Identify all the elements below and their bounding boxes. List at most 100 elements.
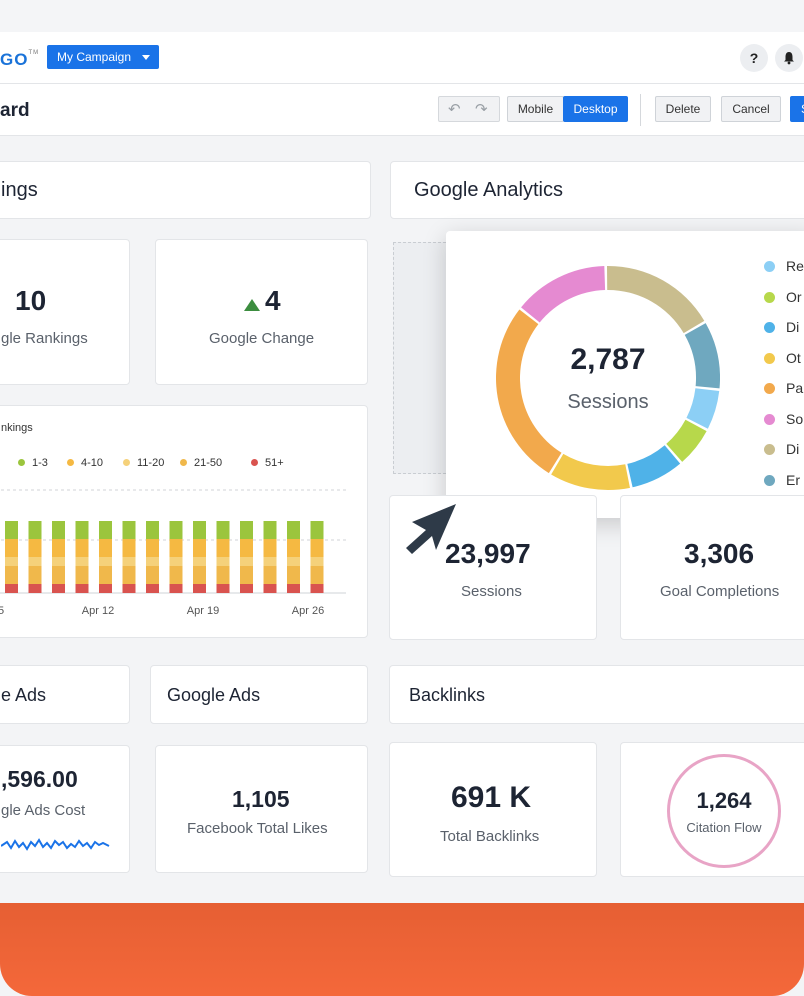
legend-label: Re [786,258,804,274]
cost-sparkline [1,838,110,851]
rankings-chart-card[interactable]: nkings 1-3 4-10 11-20 21-50 51+ 5 Apr 12 Apr 1… [0,405,368,638]
ranking-bar-segment [169,584,183,593]
ranking-bar-segment [75,557,89,566]
ranking-bar-segment [169,557,183,566]
sessions-label: Sessions [461,583,522,600]
legend-label: 1-3 [32,457,48,469]
donut-slice [521,266,606,323]
ranking-bar-segment [75,521,89,539]
redo-icon[interactable]: ↷ [475,100,488,118]
ranking-bar-segment [169,521,183,539]
ranking-bar-segment [216,539,230,557]
ranking-bar-segment [146,521,159,539]
sessions-donut-widget[interactable]: 2,787 Sessions Re Or Di Ot Pa So Di Er [446,231,804,518]
ranking-bar-segment [240,566,253,584]
google-rankings-card[interactable]: 10 gle Rankings [0,239,130,385]
google-rankings-value: 10 [15,285,47,316]
ranking-bar-segment [287,584,300,593]
goal-completions-label: Goal Completions [660,583,780,600]
x-tick-label: Apr 26 [292,605,324,617]
cancel-button[interactable]: Cancel [721,96,781,122]
analytics-section-title: Google Analytics [414,179,563,201]
legend-dot [251,459,258,466]
notifications-button[interactable] [775,44,803,72]
legend-dot [764,383,775,394]
ads-section-header-left: e Ads [0,665,130,724]
ranking-bar-segment [169,566,183,584]
ranking-bar-segment [5,584,18,593]
legend-label: So [786,410,804,427]
donut-slice [606,266,705,334]
donut-slice [627,445,681,488]
ranking-bar-segment [263,584,277,593]
ranking-bar-segment [263,566,277,584]
delete-button[interactable]: Delete [655,96,711,122]
ranking-bar-segment [240,521,253,539]
ranking-bar-segment [240,584,253,593]
ranking-bar-segment [122,557,136,566]
google-change-value: 4 [265,285,281,316]
ranking-bar-segment [193,566,206,584]
facebook-likes-card[interactable]: 1,105 Facebook Total Likes [155,745,368,873]
help-button[interactable]: ? [740,44,768,72]
ranking-bar-segment [28,521,42,539]
page-title: ard [0,100,30,121]
undo-icon[interactable]: ↶ [448,100,461,118]
ranking-bar-segment [310,539,324,557]
goal-completions-card[interactable]: 3,306 Goal Completions [620,495,804,640]
legend-dot [764,474,775,486]
legend-label: 21-50 [194,457,223,469]
legend-dot [764,291,775,303]
google-change-card[interactable]: 4 Google Change [155,239,368,385]
app-logo[interactable]: GOTM [0,50,39,70]
legend-dot [764,261,775,272]
campaign-selector[interactable]: My Campaign [47,45,160,69]
legend-label: 4-10 [81,457,104,469]
ranking-bar-segment [52,566,65,584]
ranking-bar-segment [287,539,300,557]
legend-label: Or [786,288,802,305]
ranking-bar-segment [122,566,136,584]
ranking-bar-segment [240,539,253,557]
ranking-bar-segment [5,557,18,566]
save-button[interactable]: S [790,96,804,122]
desktop-view-button[interactable]: Desktop [563,96,628,122]
ranking-bar-segment [99,584,112,593]
widget-drop-zone[interactable] [393,242,451,474]
rankings-chart-title: nkings [1,422,33,434]
rankings-section-header: ings [0,161,371,219]
ranking-bar-segment [146,557,159,566]
ranking-bar-segment [263,521,277,539]
total-backlinks-card[interactable]: 691 K Total Backlinks [389,742,597,877]
ranking-bar-segment [28,557,42,566]
ranking-bar-segment [263,557,277,566]
mobile-view-button[interactable]: Mobile [507,96,564,122]
editor-toolbar: ard ↶ ↷ Mobile Desktop Delete Cancel S [0,84,804,136]
legend-dot [123,459,130,466]
ranking-bar-segment [310,584,324,593]
ranking-bar-segment [193,584,206,593]
ranking-bar-segment [52,557,65,566]
donut-center-label: Sessions [567,391,649,413]
facebook-likes-value: 1,105 [232,786,290,812]
legend-dot [764,444,775,455]
facebook-likes-label: Facebook Total Likes [187,820,328,837]
ranking-bar-segment [287,521,300,539]
logo-trademark: TM [28,50,40,56]
ranking-bar-segment [169,539,183,557]
ranking-bar-segment [5,539,18,557]
ranking-bar-segment [216,584,230,593]
app-header: GOTM My Campaign ? [0,32,804,84]
ranking-bar-segment [146,539,159,557]
google-ads-cost-card[interactable]: ,596.00 gle Ads Cost [0,745,130,873]
ranking-bar-segment [28,584,42,593]
toolbar-divider [640,94,641,126]
legend-label: Di [786,441,800,457]
sessions-donut-chart [496,266,720,490]
ranking-bar-segment [216,566,230,584]
ranking-bar-segment [52,584,65,593]
ranking-bar-segment [5,566,18,584]
bell-icon [784,52,794,65]
donut-center-value: 2,787 [570,343,646,376]
logo-text: GO [0,50,29,69]
